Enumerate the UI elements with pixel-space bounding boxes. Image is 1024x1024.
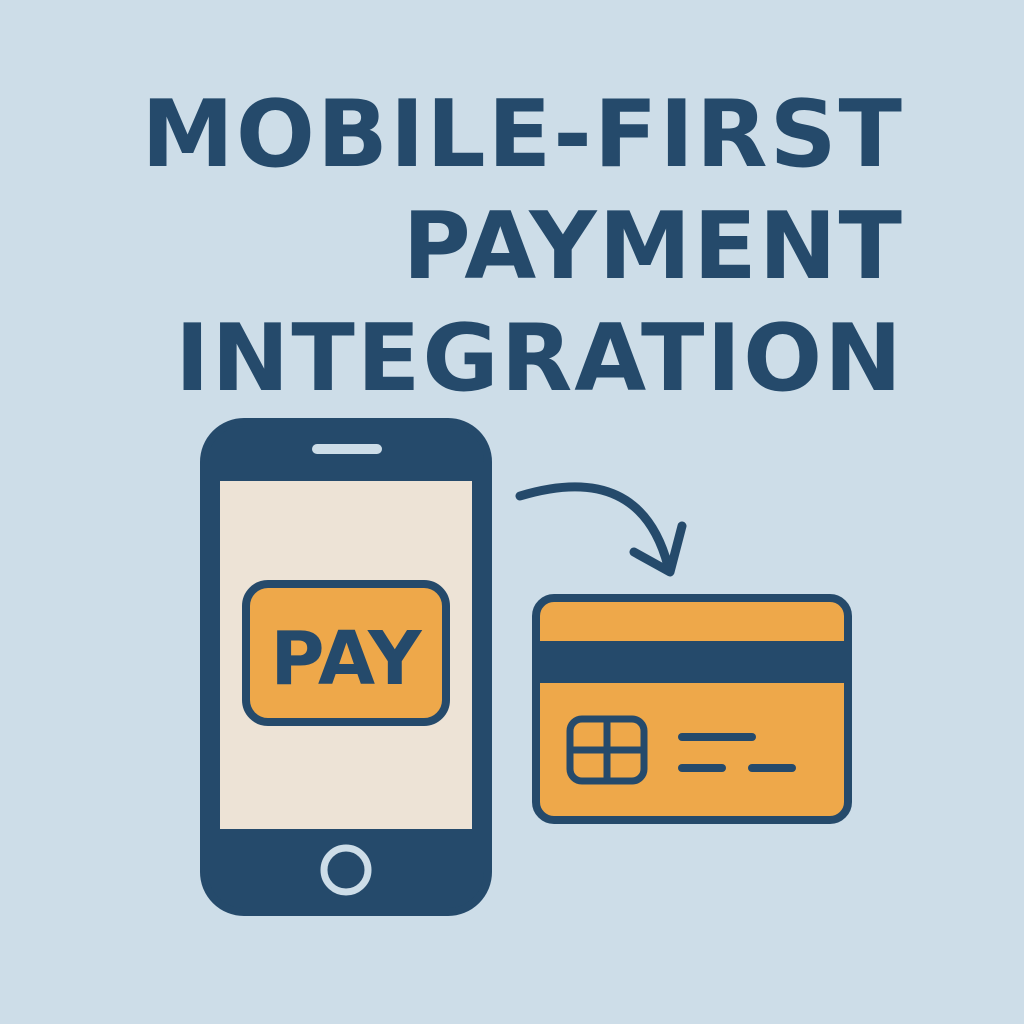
payment-illustration: PAY <box>200 418 852 916</box>
card-magnetic-stripe <box>538 641 846 683</box>
card-body <box>532 594 852 824</box>
curved-arrow-icon <box>515 482 687 577</box>
pay-button[interactable]: PAY <box>242 580 450 726</box>
credit-card-icon <box>532 594 852 824</box>
pay-button-label: PAY <box>270 616 423 702</box>
phone-speaker <box>312 444 382 454</box>
